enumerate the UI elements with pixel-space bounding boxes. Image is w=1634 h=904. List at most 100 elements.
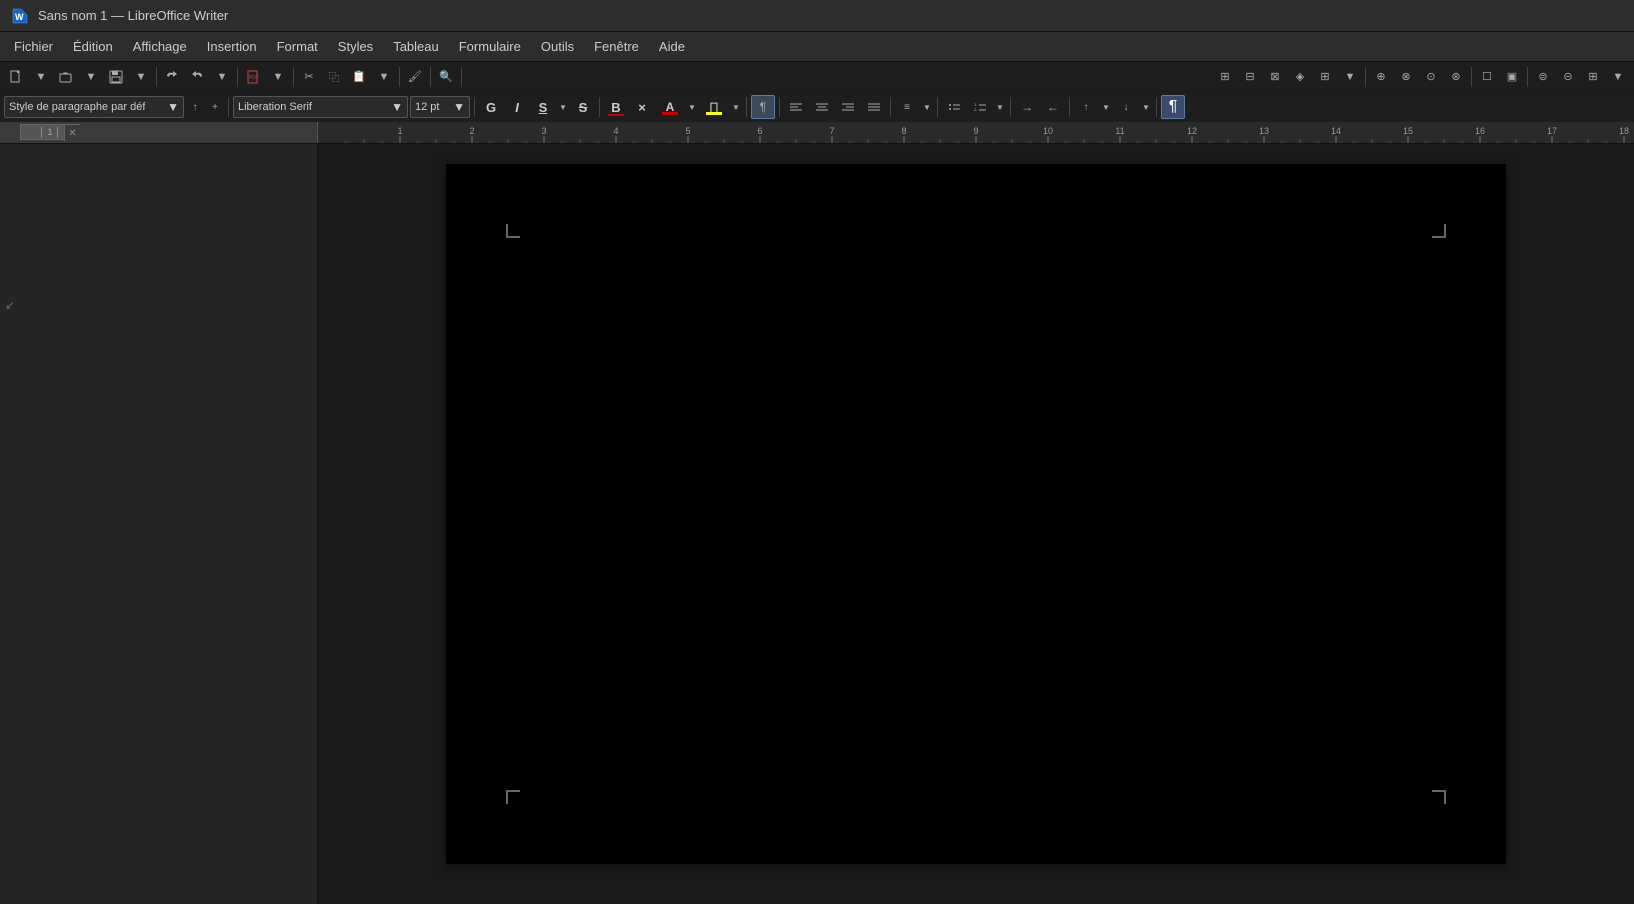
tb-right-15[interactable]: ▼ — [1606, 65, 1630, 89]
font-name-arrow: ▼ — [391, 100, 403, 114]
tb-right-dropdown[interactable]: ▼ — [1338, 65, 1362, 89]
bold-button[interactable]: G — [479, 95, 503, 119]
save-button[interactable] — [104, 65, 128, 89]
undo-button[interactable] — [160, 65, 184, 89]
cursor-indicator: ↙ — [5, 298, 15, 312]
sep-fmt1 — [228, 97, 229, 117]
menu-outils[interactable]: Outils — [531, 35, 584, 58]
subscript-button[interactable]: × — [630, 95, 654, 119]
document-page[interactable] — [446, 164, 1506, 864]
pdf-dropdown[interactable]: ▼ — [266, 65, 290, 89]
tb-right-5[interactable]: ⊞ — [1313, 65, 1337, 89]
paragraph-style-dropdown[interactable]: Style de paragraphe par déf ▼ — [4, 96, 184, 118]
bullet-list-button[interactable] — [942, 95, 966, 119]
menu-formulaire[interactable]: Formulaire — [449, 35, 531, 58]
spacing-below-dropdown[interactable]: ▼ — [1140, 95, 1152, 119]
new-style-button[interactable]: + — [206, 95, 224, 119]
font-color-button[interactable]: A — [656, 95, 684, 119]
spacing-above-button[interactable]: ↑ — [1074, 95, 1098, 119]
clone-format-button[interactable]: 🖌 — [403, 65, 427, 89]
strikethrough-button[interactable]: S — [571, 95, 595, 119]
tb-right-8[interactable]: ⊙ — [1419, 65, 1443, 89]
menu-insertion[interactable]: Insertion — [197, 35, 267, 58]
ruler-left-margin: │ 1 │ ✕ — [0, 122, 318, 143]
save-dropdown[interactable]: ▼ — [129, 65, 153, 89]
align-center-button[interactable] — [810, 95, 834, 119]
copy-button[interactable]: ⿻ — [322, 65, 346, 89]
formatting-toolbar: Style de paragraphe par déf ▼ ↑ + Libera… — [0, 92, 1634, 122]
sep-fmt7 — [937, 97, 938, 117]
tb-right-13[interactable]: ⊝ — [1556, 65, 1580, 89]
indent-increase-button[interactable]: → — [1015, 95, 1039, 119]
ruler-svg: 123456789101112131415161718 — [318, 122, 1634, 143]
spacing-above-dropdown[interactable]: ▼ — [1100, 95, 1112, 119]
sep2 — [237, 67, 238, 87]
ruler-container: │ 1 │ ✕ 123456789101112131415161718 — [0, 122, 1634, 144]
menu-styles[interactable]: Styles — [328, 35, 383, 58]
menu-format[interactable]: Format — [267, 35, 328, 58]
tb-right-14[interactable]: ⊞ — [1581, 65, 1605, 89]
bold-char-button[interactable]: B — [604, 95, 628, 119]
update-style-button[interactable]: ↑ — [186, 95, 204, 119]
sep1 — [156, 67, 157, 87]
align-justify-button[interactable] — [862, 95, 886, 119]
cut-button[interactable]: ✂ — [297, 65, 321, 89]
list-dropdown[interactable]: ▼ — [994, 95, 1006, 119]
menu-tableau[interactable]: Tableau — [383, 35, 449, 58]
tb-right-4[interactable]: ◈ — [1288, 65, 1312, 89]
corner-br — [1432, 790, 1446, 804]
menu-fenetre[interactable]: Fenêtre — [584, 35, 649, 58]
window-title: Sans nom 1 — LibreOffice Writer — [38, 8, 228, 23]
underline-button[interactable]: S — [531, 95, 555, 119]
underline-dropdown[interactable]: ▼ — [557, 95, 569, 119]
paste-dropdown[interactable]: ▼ — [372, 65, 396, 89]
tb-right-11[interactable]: ▣ — [1500, 65, 1524, 89]
menu-edition[interactable]: Édition — [63, 35, 123, 58]
font-name-dropdown[interactable]: Liberation Serif ▼ — [233, 96, 408, 118]
open-button[interactable] — [54, 65, 78, 89]
svg-text:PDF: PDF — [249, 75, 259, 81]
align-left-button[interactable] — [784, 95, 808, 119]
linespacing-dropdown[interactable]: ▼ — [921, 95, 933, 119]
svg-text:18: 18 — [1619, 126, 1629, 136]
new-dropdown[interactable]: ▼ — [29, 65, 53, 89]
tb-right-12[interactable]: ⊜ — [1531, 65, 1555, 89]
number-list-button[interactable]: 1.2. — [968, 95, 992, 119]
tb-right-6[interactable]: ⊕ — [1369, 65, 1393, 89]
app-icon: W — [10, 6, 30, 26]
paragraph-mark-button[interactable]: ¶ — [1161, 95, 1185, 119]
indent-decrease-button[interactable]: ← — [1041, 95, 1065, 119]
svg-text:15: 15 — [1403, 126, 1413, 136]
find-button[interactable]: 🔍 — [434, 65, 458, 89]
tb-right-2[interactable]: ⊟ — [1238, 65, 1262, 89]
tb-right-10[interactable]: ☐ — [1475, 65, 1499, 89]
font-size-dropdown[interactable]: 12 pt ▼ — [410, 96, 470, 118]
highlight-button[interactable]: ∏ — [700, 95, 728, 119]
nonprinting-chars-button[interactable]: ¶ — [751, 95, 775, 119]
menu-fichier[interactable]: Fichier — [4, 35, 63, 58]
content-area[interactable] — [318, 144, 1634, 904]
spacing-below-button[interactable]: ↓ — [1114, 95, 1138, 119]
tb-right-1[interactable]: ⊞ — [1213, 65, 1237, 89]
redo-button[interactable] — [185, 65, 209, 89]
sep-fmt5 — [779, 97, 780, 117]
open-dropdown[interactable]: ▼ — [79, 65, 103, 89]
italic-button[interactable]: I — [505, 95, 529, 119]
tb-right-7[interactable]: ⊗ — [1394, 65, 1418, 89]
new-button[interactable] — [4, 65, 28, 89]
sep-fmt8 — [1010, 97, 1011, 117]
sep-fmt6 — [890, 97, 891, 117]
corner-bl — [506, 790, 520, 804]
tb-right-9[interactable]: ⊛ — [1444, 65, 1468, 89]
tb-right-3[interactable]: ⊠ — [1263, 65, 1287, 89]
svg-text:2: 2 — [469, 126, 474, 136]
menu-aide[interactable]: Aide — [649, 35, 695, 58]
align-right-button[interactable] — [836, 95, 860, 119]
pdf-button[interactable]: PDF — [241, 65, 265, 89]
linespacing-button[interactable]: ≡ — [895, 95, 919, 119]
highlight-dropdown[interactable]: ▼ — [730, 95, 742, 119]
font-color-dropdown[interactable]: ▼ — [686, 95, 698, 119]
menu-affichage[interactable]: Affichage — [123, 35, 197, 58]
redo-dropdown[interactable]: ▼ — [210, 65, 234, 89]
paste-button[interactable]: 📋 — [347, 65, 371, 89]
